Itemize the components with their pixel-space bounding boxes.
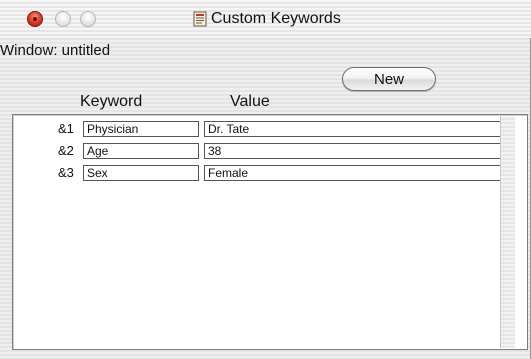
minimize-icon[interactable] bbox=[55, 11, 71, 27]
row-index: &3 bbox=[58, 165, 74, 180]
table-row: &1 Physician Dr. Tate bbox=[13, 121, 513, 137]
window-title-group: Custom Keywords bbox=[193, 10, 341, 28]
value-column-header: Value bbox=[230, 93, 270, 110]
title-bar[interactable]: Custom Keywords bbox=[0, 0, 531, 38]
zoom-icon[interactable] bbox=[80, 11, 96, 27]
vertical-scrollbar[interactable] bbox=[500, 116, 515, 348]
window-name-label: Window: untitled bbox=[0, 42, 111, 59]
keyword-field[interactable]: Age bbox=[83, 143, 199, 159]
value-field[interactable]: 38 bbox=[204, 143, 512, 159]
keyword-field[interactable]: Physician bbox=[83, 121, 199, 137]
table-row: &3 Sex Female bbox=[13, 165, 513, 181]
custom-keywords-window: Custom Keywords Window: untitled New Key… bbox=[0, 0, 531, 359]
row-index: &1 bbox=[58, 121, 74, 136]
keywords-table: &1 Physician Dr. Tate &2 Age 38 &3 Sex F… bbox=[12, 114, 528, 350]
window-title: Custom Keywords bbox=[211, 10, 341, 27]
value-field[interactable]: Dr. Tate bbox=[204, 121, 512, 137]
close-icon[interactable] bbox=[27, 11, 43, 27]
keyword-column-header: Keyword bbox=[80, 93, 143, 110]
new-keyword-button[interactable]: New bbox=[342, 67, 436, 91]
value-field[interactable]: Female bbox=[204, 165, 512, 181]
table-row: &2 Age 38 bbox=[13, 143, 513, 159]
keyword-field[interactable]: Sex bbox=[83, 165, 199, 181]
row-index: &2 bbox=[58, 143, 74, 158]
document-icon bbox=[193, 11, 207, 27]
